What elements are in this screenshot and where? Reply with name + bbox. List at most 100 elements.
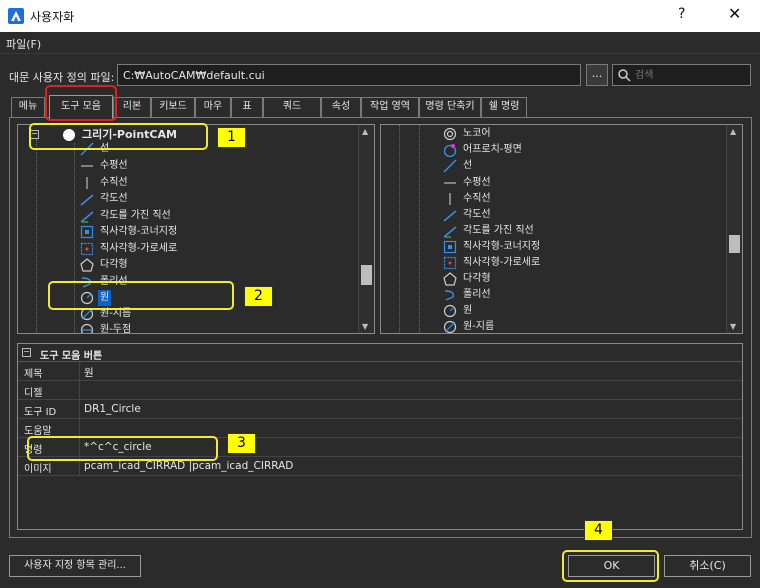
property-row-title[interactable]: 제목 원	[18, 362, 742, 381]
tab-ribbon[interactable]: 리본	[113, 97, 151, 117]
tree-item-label: 직사각형-코너지정	[100, 226, 178, 237]
tree-item-label: 각도선	[463, 209, 491, 220]
highlight-toolbar	[29, 123, 208, 150]
property-key: 도구 ID	[18, 400, 80, 419]
app-logo-icon	[8, 8, 24, 24]
horizontal-line-icon	[444, 182, 456, 184]
tree-item-label: 노코어	[463, 128, 491, 139]
custom-file-label: 대문 사용자 정의 파일:	[9, 71, 115, 84]
right-tree-scrollbar[interactable]: ▲ ▼	[726, 125, 742, 333]
tree-item-label: 원-두점	[100, 324, 132, 334]
tree-item-label: 직사각형-가로세로	[463, 257, 541, 268]
tab-keyboard[interactable]: 키보드	[151, 97, 195, 117]
angle-line-icon	[443, 226, 457, 238]
circle-two-point-icon	[80, 323, 94, 333]
tree-item-label: 다각형	[463, 273, 491, 284]
tree-item-label: 수평선	[463, 177, 491, 188]
tree-item-label: 직사각형-가로세로	[100, 243, 178, 254]
horizontal-line-icon	[81, 165, 93, 167]
tree-item-label: 폴리선	[463, 289, 491, 300]
angled-line-icon	[80, 194, 94, 206]
tab-shell-command[interactable]: 쉘 명령	[481, 97, 527, 117]
tree-item-label: 선	[463, 160, 473, 171]
browse-button[interactable]: ...	[586, 64, 608, 86]
scroll-thumb[interactable]	[361, 265, 372, 285]
property-value[interactable]: pcam_icad_CIRRAD |pcam_icad_CIRRAD	[84, 460, 293, 472]
tree-item-label: 직사각형-코너지정	[463, 241, 541, 252]
scroll-up-icon[interactable]: ▲	[362, 127, 368, 136]
tree-item-label: 원	[463, 305, 473, 316]
tree-item-label: 각도를 가진 직선	[463, 225, 534, 236]
tab-table[interactable]: 표	[231, 97, 263, 117]
tree-guide	[36, 139, 37, 333]
vertical-line-icon	[449, 193, 451, 205]
window-title: 사용자화	[30, 10, 75, 24]
collapse-icon[interactable]: −	[22, 348, 31, 357]
annotation-badge-4: 4	[584, 520, 613, 541]
tab-workspace[interactable]: 작업 영역	[361, 97, 419, 117]
left-tree-scrollbar[interactable]: ▲ ▼	[358, 125, 374, 333]
tab-menu[interactable]: 메뉴	[11, 97, 45, 117]
tab-command-alias[interactable]: 명령 단축키	[419, 97, 481, 117]
annotation-badge-1: 1	[217, 127, 246, 148]
polyline-icon	[444, 290, 455, 301]
tab-highlight	[45, 85, 117, 121]
tree-item-label: 수직선	[463, 193, 491, 204]
custom-file-path-input[interactable]	[117, 64, 581, 86]
polygon-icon	[443, 272, 457, 286]
rectangle-size-icon	[443, 256, 457, 270]
property-value[interactable]: DR1_Circle	[84, 403, 141, 415]
nocore-icon	[443, 127, 457, 141]
menu-bar: 파일(F)	[0, 32, 760, 54]
property-row-diesel[interactable]: 디젤	[18, 381, 742, 400]
tree-guide	[419, 125, 420, 333]
properties-header: − 도구 모음 버튼	[18, 344, 742, 362]
tree-item-label: 수직선	[100, 177, 128, 188]
tab-properties[interactable]: 속성	[321, 97, 361, 117]
property-row-tool-id[interactable]: 도구 ID DR1_Circle	[18, 400, 742, 419]
rectangle-corner-icon	[80, 225, 94, 239]
rectangle-corner-icon	[443, 240, 457, 254]
circle-diameter-icon	[443, 320, 457, 333]
vertical-line-icon	[86, 177, 88, 189]
angled-line-icon	[443, 210, 457, 222]
search-input[interactable]	[635, 67, 747, 83]
cancel-button[interactable]: 취소(C)	[664, 555, 751, 577]
property-value[interactable]: 원	[84, 365, 94, 380]
highlight-command	[27, 436, 218, 461]
search-icon	[618, 69, 631, 82]
approach-plane-icon	[443, 144, 457, 157]
line-icon	[443, 159, 457, 173]
tree-item-label: 각도선	[100, 193, 128, 204]
tree-item-label: 각도를 가진 직선	[100, 210, 171, 221]
property-key: 제목	[18, 362, 80, 381]
help-button[interactable]: ?	[678, 6, 685, 22]
search-box[interactable]	[612, 64, 751, 86]
scroll-down-icon[interactable]: ▼	[362, 322, 368, 331]
highlight-circle-item	[48, 281, 234, 310]
tab-quad[interactable]: 쿼드	[263, 97, 321, 117]
title-bar: 사용자화 ? ✕	[0, 0, 760, 32]
tree-item-label: 다각형	[100, 259, 128, 270]
angle-line-icon	[80, 211, 94, 223]
property-key: 디젤	[18, 381, 80, 400]
properties-title: 도구 모음 버튼	[40, 351, 103, 362]
menu-file[interactable]: 파일(F)	[6, 36, 41, 52]
close-button[interactable]: ✕	[728, 4, 741, 23]
scroll-down-icon[interactable]: ▼	[730, 322, 736, 331]
scroll-thumb[interactable]	[729, 235, 740, 253]
annotation-badge-3: 3	[227, 433, 256, 454]
tree-item-label: 어프로치-평면	[463, 144, 522, 155]
scroll-up-icon[interactable]: ▲	[730, 127, 736, 136]
highlight-ok	[562, 550, 659, 582]
rectangle-size-icon	[80, 242, 94, 256]
polygon-icon	[80, 258, 94, 272]
tree-guide	[399, 125, 400, 333]
annotation-badge-2: 2	[244, 286, 273, 307]
tree-item-label: 원-지름	[463, 321, 495, 332]
circle-icon	[443, 304, 457, 318]
right-tree-pane[interactable]: 노코어 어프로치-평면 선 수평선 수직선 각도선 각도를 가진 직선 직사각형…	[380, 124, 743, 334]
tree-item-label: 수평선	[100, 160, 128, 171]
manage-custom-items-button[interactable]: 사용자 지정 항목 관리...	[9, 555, 141, 577]
tab-mouse[interactable]: 마우	[195, 97, 231, 117]
